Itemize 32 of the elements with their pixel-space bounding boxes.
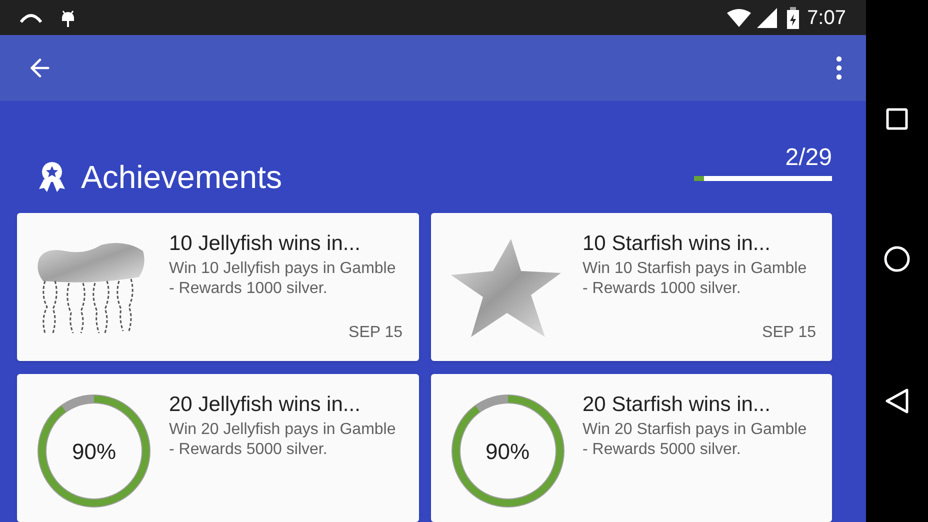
achievement-description: Win 10 Jellyfish pays in Gamble - Rewards 1000 silver.: [169, 259, 397, 299]
recents-button[interactable]: [886, 108, 908, 130]
achievements-title: Achievements: [81, 161, 282, 193]
achievement-title: 10 Jellyfish wins in...: [169, 231, 362, 257]
achievement-description: Win 20 Jellyfish pays in Gamble - Rewards 5000 silver.: [169, 420, 397, 460]
progress-percent: 90%: [72, 438, 116, 466]
achievement-card[interactable]: 90% 20 Jellyfish wins in... Win 20 Jellyfish pays in Gamble - Rewards 5000 silver.: [17, 374, 418, 522]
triangle-icon: [885, 388, 909, 414]
achievement-title: 20 Starfish wins in...: [582, 392, 772, 418]
home-button[interactable]: [884, 246, 910, 272]
achievement-description: Win 20 Starfish pays in Gamble - Rewards 5000 silver.: [582, 420, 808, 460]
achievement-title: 10 Starfish wins in...: [582, 231, 772, 257]
achievement-card[interactable]: 10 Starfish wins in... Win 10 Starfish pays in Gamble - Rewards 1000 silver. SEP 15: [430, 213, 832, 361]
award-ribbon-icon: [38, 161, 66, 193]
square-icon: [886, 108, 908, 130]
circle-icon: [884, 246, 910, 272]
achievements-count: 2/29: [785, 146, 832, 170]
achievement-card[interactable]: 10 Jellyfish wins in... Win 10 Jellyfish pays in Gamble - Rewards 1000 silver. SEP 15: [17, 213, 418, 361]
achievement-date: SEP 15: [762, 323, 816, 343]
achievement-description: Win 10 Starfish pays in Gamble - Rewards 1000 silver.: [582, 259, 808, 299]
missed-call-icon: [20, 12, 42, 22]
achievement-title: 20 Jellyfish wins in...: [169, 392, 362, 418]
achievement-card[interactable]: 90% 20 Starfish wins in... Win 20 Starfish pays in Gamble - Rewards 5000 silver.: [430, 374, 832, 522]
back-nav-button[interactable]: [885, 388, 909, 414]
wifi-icon: [727, 8, 752, 26]
signal-icon: [757, 8, 778, 28]
status-time: 7:07: [807, 6, 846, 30]
progress-percent: 90%: [485, 438, 530, 466]
achievement-date: SEP 15: [348, 323, 402, 343]
battery-icon: [787, 6, 800, 28]
more-options-button[interactable]: [836, 56, 842, 80]
more-icon: [836, 56, 842, 80]
